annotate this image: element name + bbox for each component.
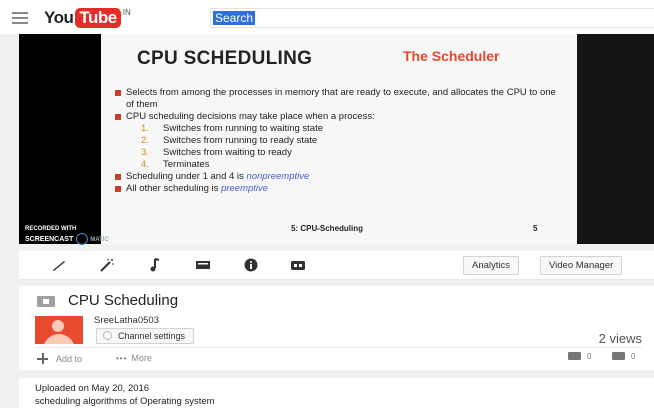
dislike-count: 0 [631,352,636,361]
thumbs-up-icon [568,352,581,360]
info-icon[interactable] [243,258,259,272]
watermark-line: RECORDED WITH [25,226,77,232]
logo-you-text: You [44,8,74,27]
channel-settings-label: Channel settings [118,331,186,341]
dislike-button[interactable]: 0 [612,352,635,361]
description-card: Uploaded on May 20, 2016 scheduling algo… [19,378,654,408]
search-input-value: Search [213,11,256,25]
thumbs-down-icon [612,352,625,360]
more-button[interactable]: ••• More [116,353,152,363]
masthead: You Tube IN Search [0,0,654,34]
plus-icon [37,353,48,364]
logo-region-code: IN [122,8,131,17]
video-letterbox-right [577,34,654,244]
watermark-logo-icon [76,233,89,245]
screencast-watermark: RECORDED WITH SCREENCAST MATIC [25,226,109,245]
youtube-logo[interactable]: You Tube IN [44,8,131,28]
slide-bullet-text: Scheduling under 1 and 4 is [126,171,247,182]
analytics-button[interactable]: Analytics [463,256,520,275]
slide-subtitle: The Scheduler [403,48,500,64]
description-text: scheduling algorithms of Operating syste… [35,396,215,407]
music-note-icon[interactable] [147,258,163,272]
slide-subitem: 3. Switches from waiting to ready [115,147,565,159]
video-player[interactable]: CPU SCHEDULING The Scheduler Selects fro… [19,34,654,245]
slide-body: Selects from among the processes in memo… [115,87,565,195]
slide-subitem-text: Switches from running to ready state [163,135,318,146]
channel-settings-button[interactable]: Channel settings [96,328,195,344]
slide-subitem-text: Switches from waiting to ready [163,147,292,158]
add-to-button[interactable]: Add to [37,353,82,364]
video-manager-button[interactable]: Video Manager [540,256,623,275]
channel-avatar[interactable] [35,316,83,344]
more-dots-icon: ••• [116,354,128,363]
avatar-body-shape [43,334,75,344]
slide-bullet-italic: nonpreemptive [246,171,310,182]
slide-subitem-text: Switches from running to waiting state [163,123,323,134]
slide-bullet: Scheduling under 1 and 4 is nonpreemptiv… [115,171,565,183]
slide-subitem-text: Terminates [163,159,210,170]
divider [35,347,642,348]
magic-wand-icon[interactable] [99,258,115,272]
captions-icon[interactable] [290,258,306,272]
private-video-icon [37,296,55,307]
slide-footer: 5: CPU-Scheduling [291,224,364,233]
video-tools-bar: Analytics Video Manager [19,251,654,280]
slide-bullet: CPU scheduling decisions may take place … [115,111,565,123]
watermark-brand: SCREENCAST MATIC [25,233,109,245]
add-to-label: Add to [56,354,83,364]
view-count: 2 views [598,331,642,346]
upload-date: Uploaded on May 20, 2016 [35,383,150,394]
slide-subitem: 4. Terminates [115,159,565,171]
slide-bullet: All other scheduling is preemptive [115,183,565,195]
slide-page-number: 5 [533,224,538,233]
slide-title: CPU SCHEDULING [137,48,313,69]
slide-subitem-number: 1. [141,123,149,134]
more-label: More [131,353,152,363]
slide-bullet: Selects from among the processes in memo… [115,87,565,111]
video-frame-slide: CPU SCHEDULING The Scheduler Selects fro… [101,34,577,244]
slide-subitem-number: 3. [141,147,149,158]
watermark-matic-text: MATIC [90,236,109,243]
slide-bullet-italic: preemptive [221,183,269,194]
watermark-brand-text: SCREENCAST [25,235,74,243]
hamburger-menu-icon[interactable] [12,12,28,24]
like-button[interactable]: 0 [568,352,591,361]
slide-subitem: 2. Switches from running to ready state [115,135,565,147]
slide-subitem-number: 2. [141,135,149,146]
video-title: CPU Scheduling [68,292,179,309]
slide-subitem-number: 4. [141,159,149,170]
video-info-card: CPU Scheduling SreeLatha0503 Channel set… [19,286,654,370]
slide-subitem: 1. Switches from running to waiting state [115,123,565,135]
channel-name-link[interactable]: SreeLatha0503 [94,315,159,326]
search-input[interactable]: Search [210,8,654,28]
avatar-head-shape [52,320,64,332]
like-count: 0 [587,352,592,361]
annotation-icon[interactable] [195,258,211,272]
pen-icon[interactable] [51,258,67,272]
logo-tube-text: Tube [75,8,121,28]
slide-bullet-text: All other scheduling is [126,183,222,194]
gear-icon [103,331,112,340]
